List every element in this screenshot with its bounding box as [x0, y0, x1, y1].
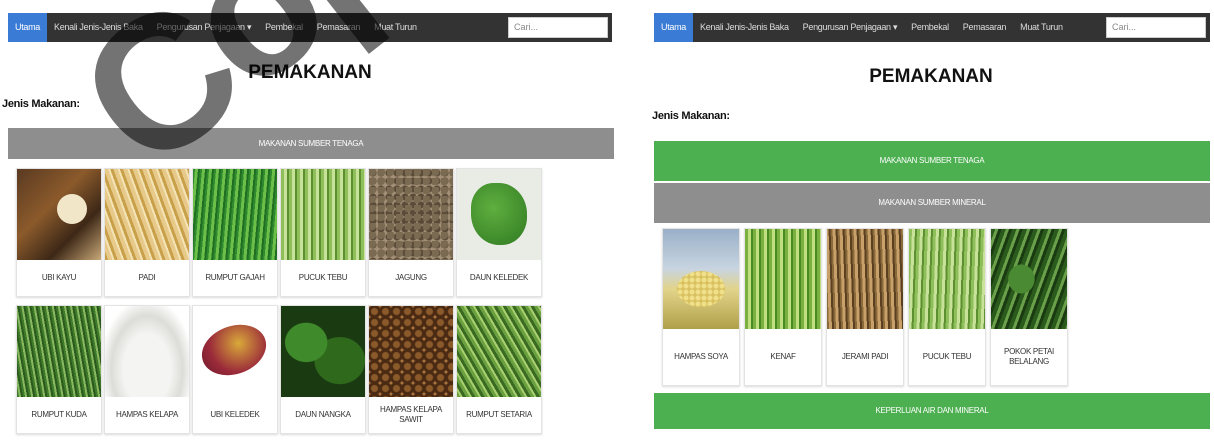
navbar: Utama Kenali Jenis-Jenis Baka Pengurusan…	[654, 13, 1210, 42]
food-caption: PADI	[138, 273, 156, 282]
food-caption: JAGUNG	[395, 273, 427, 282]
food-card[interactable]: DAUN KELEDEK	[456, 168, 542, 297]
food-image	[827, 229, 903, 329]
food-card[interactable]: DAUN NANGKA	[280, 305, 366, 434]
page-title: PEMAKANAN	[248, 62, 372, 83]
food-card[interactable]: KENAF	[744, 228, 822, 386]
food-card[interactable]: HAMPAS SOYA	[662, 228, 740, 386]
food-card[interactable]: UBI KELEDEK	[192, 305, 278, 434]
food-grid: UBI KAYU PADI RUMPUT GAJAH PUCUK TEBU JA…	[16, 168, 556, 442]
food-card[interactable]: JAGUNG	[368, 168, 454, 297]
food-caption: PUCUK TEBU	[298, 273, 348, 282]
food-grid: HAMPAS SOYA KENAF JERAMI PADI PUCUK TEBU…	[662, 228, 1082, 394]
nav-kenali-baka[interactable]: Kenali Jenis-Jenis Baka	[47, 13, 150, 42]
nav-kenali-baka[interactable]: Kenali Jenis-Jenis Baka	[693, 13, 796, 42]
food-caption: HAMPAS KELAPA SAWIT	[379, 405, 443, 424]
search-input[interactable]: Cari...	[1106, 17, 1206, 38]
food-image	[17, 306, 101, 397]
food-image	[663, 229, 739, 329]
food-image	[281, 169, 365, 260]
food-caption: UBI KELEDEK	[210, 410, 260, 419]
food-card[interactable]: POKOK PETAI BELALANG	[990, 228, 1068, 386]
food-caption: RUMPUT SETARIA	[466, 410, 532, 419]
food-caption: DAUN NANGKA	[295, 410, 351, 419]
food-image	[17, 169, 101, 260]
food-card[interactable]: JERAMI PADI	[826, 228, 904, 386]
food-image	[991, 229, 1067, 329]
navbar: Utama Kenali Jenis-Jenis Baka Pengurusan…	[8, 13, 612, 42]
food-caption: HAMPAS SOYA	[674, 352, 728, 361]
food-image	[745, 229, 821, 329]
nav-pengurusan-dropdown[interactable]: Pengurusan Penjagaan ▾	[150, 13, 259, 42]
page-title: PEMAKANAN	[869, 66, 993, 87]
section-label: Jenis Makanan:	[652, 110, 730, 122]
food-image	[457, 306, 541, 397]
food-caption: DAUN KELEDEK	[469, 273, 529, 282]
nav-muat-turun[interactable]: Muat Turun	[1013, 13, 1070, 42]
food-image	[281, 306, 365, 397]
food-card[interactable]: RUMPUT SETARIA	[456, 305, 542, 434]
food-card[interactable]: PADI	[104, 168, 190, 297]
nav-pengurusan-dropdown[interactable]: Pengurusan Penjagaan ▾	[796, 13, 905, 42]
nav-pemasaran[interactable]: Pemasaran	[956, 13, 1013, 42]
food-image	[369, 169, 453, 260]
food-image	[105, 306, 189, 397]
food-image	[369, 306, 453, 397]
nav-pemasaran[interactable]: Pemasaran	[310, 13, 367, 42]
food-card[interactable]: HAMPAS KELAPA SAWIT	[368, 305, 454, 434]
food-caption: POKOK PETAI BELALANG	[1004, 347, 1054, 366]
food-image	[909, 229, 985, 329]
food-image	[193, 169, 277, 260]
food-card[interactable]: PUCUK TEBU	[280, 168, 366, 297]
food-card[interactable]: PUCUK TEBU	[908, 228, 986, 386]
food-caption: KENAF	[770, 352, 796, 361]
food-card[interactable]: UBI KAYU	[16, 168, 102, 297]
food-image	[193, 306, 277, 397]
food-card[interactable]: RUMPUT GAJAH	[192, 168, 278, 297]
nav-pembekal[interactable]: Pembekal	[258, 13, 310, 42]
food-caption: RUMPUT GAJAH	[205, 273, 265, 282]
search-input[interactable]: Cari...	[508, 17, 608, 38]
food-caption: JERAMI PADI	[841, 352, 889, 361]
right-screenshot: Utama Kenali Jenis-Jenis Baka Pengurusan…	[648, 0, 1214, 439]
category-bar-air-mineral[interactable]: KEPERLUAN AIR DAN MINERAL	[654, 393, 1210, 429]
food-card[interactable]: HAMPAS KELAPA	[104, 305, 190, 434]
food-caption: HAMPAS KELAPA	[115, 410, 179, 419]
left-screenshot: Utama Kenali Jenis-Jenis Baka Pengurusan…	[0, 0, 620, 439]
food-caption: RUMPUT KUDA	[31, 410, 87, 419]
food-card[interactable]: RUMPUT KUDA	[16, 305, 102, 434]
food-image	[457, 169, 541, 260]
category-bar-mineral[interactable]: MAKANAN SUMBER MINERAL	[654, 183, 1210, 223]
nav-utama[interactable]: Utama	[8, 13, 48, 42]
category-bar-tenaga[interactable]: MAKANAN SUMBER TENAGA	[654, 141, 1210, 181]
food-image	[105, 169, 189, 260]
food-caption: PUCUK TEBU	[922, 352, 972, 361]
category-bar-tenaga[interactable]: MAKANAN SUMBER TENAGA	[8, 128, 614, 159]
section-label: Jenis Makanan:	[2, 98, 80, 110]
nav-pembekal[interactable]: Pembekal	[904, 13, 956, 42]
food-caption: UBI KAYU	[41, 273, 77, 282]
nav-utama[interactable]: Utama	[654, 13, 694, 42]
nav-muat-turun[interactable]: Muat Turun	[367, 13, 424, 42]
